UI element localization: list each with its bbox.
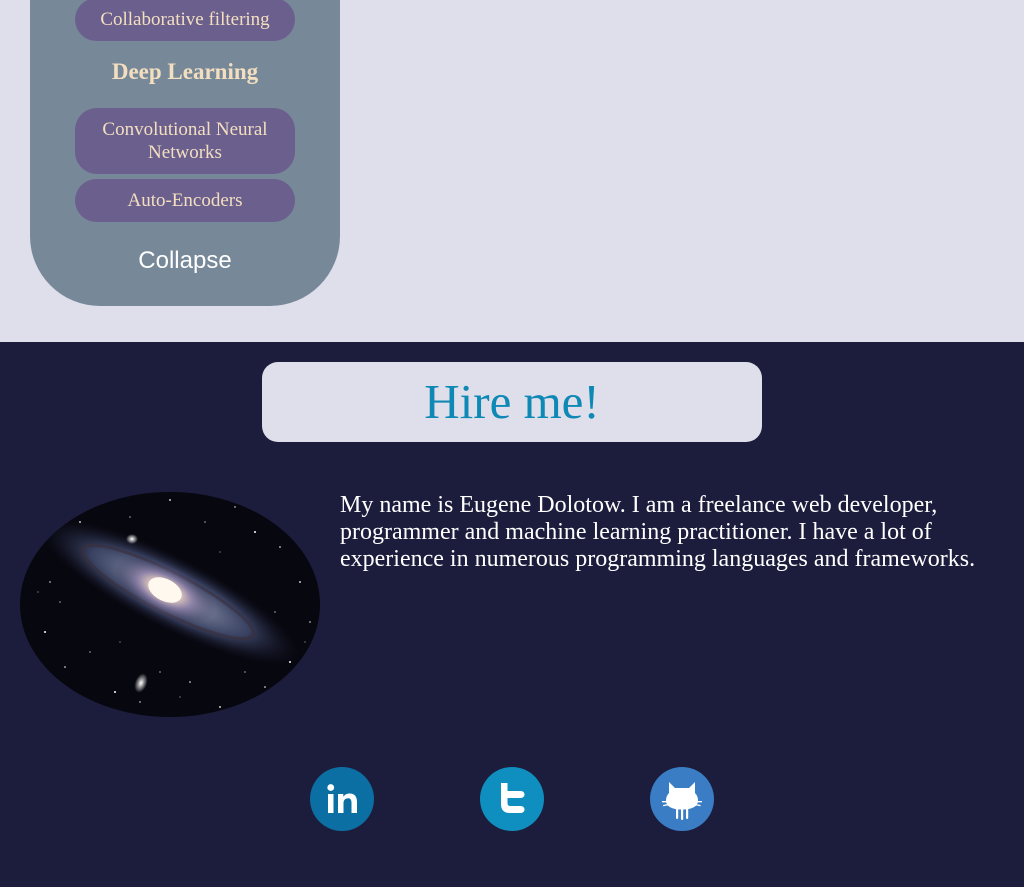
- twitter-icon: [501, 783, 525, 813]
- sidebar-section-heading: Deep Learning: [111, 59, 259, 84]
- collapse-button[interactable]: Collapse: [30, 247, 340, 275]
- hire-section: Hire me! My name is Eugene Dolotow. I am…: [0, 342, 1024, 887]
- sidebar-item-convolutional-neural-networks[interactable]: Convolutional Neural Networks: [75, 108, 295, 174]
- sidebar-item-auto-encoders[interactable]: Auto-Encoders: [75, 179, 295, 222]
- galaxy-image: [20, 492, 320, 717]
- linkedin-icon: [327, 784, 357, 813]
- bio-text: My name is Eugene Dolotow. I am a freela…: [340, 492, 976, 572]
- hire-heading-box: Hire me!: [262, 362, 762, 442]
- github-icon: [662, 782, 702, 820]
- github-link[interactable]: [650, 767, 714, 831]
- sidebar-item-collaborative-filtering[interactable]: Collaborative filtering: [75, 0, 295, 41]
- hire-title: Hire me!: [424, 374, 600, 429]
- twitter-link[interactable]: [480, 767, 544, 831]
- sidebar-nav-panel: Collaborative filtering Deep Learning Co…: [30, 0, 340, 306]
- top-section: Collaborative filtering Deep Learning Co…: [0, 0, 1024, 342]
- linkedin-link[interactable]: [310, 767, 374, 831]
